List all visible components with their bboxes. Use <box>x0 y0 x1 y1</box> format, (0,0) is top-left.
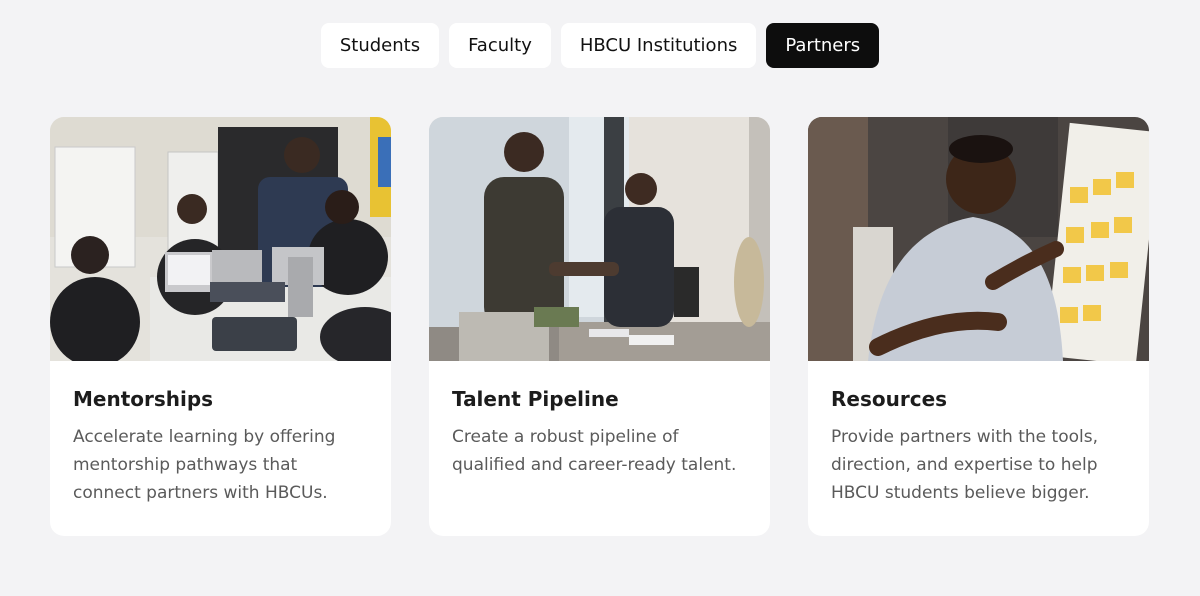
card-description: Provide partners with the tools, directi… <box>831 427 1098 503</box>
resources-photo <box>808 117 1149 361</box>
tab-students[interactable]: Students <box>320 23 440 68</box>
mentorship-photo <box>50 117 391 361</box>
card-talent-pipeline: Talent Pipeline Create a robust pipeline… <box>429 117 770 536</box>
card-description: Create a robust pipeline of qualified an… <box>452 427 737 475</box>
card-title: Mentorships <box>73 387 214 411</box>
talent-pipeline-photo <box>429 117 770 361</box>
tab-hbcu-institutions[interactable]: HBCU Institutions <box>560 23 757 68</box>
card-title: Resources <box>831 387 948 411</box>
card-grid: Mentorships Accelerate learning by offer… <box>50 117 1149 536</box>
card-resources: Resources Provide partners with the tool… <box>808 117 1149 536</box>
card-mentorships: Mentorships Accelerate learning by offer… <box>50 117 391 536</box>
audience-tabs: Students Faculty HBCU Institutions Partn… <box>0 23 1200 68</box>
card-title: Talent Pipeline <box>452 387 619 411</box>
tab-partners[interactable]: Partners <box>766 23 880 68</box>
tab-faculty[interactable]: Faculty <box>449 23 551 68</box>
card-description: Accelerate learning by offering mentorsh… <box>73 427 336 503</box>
